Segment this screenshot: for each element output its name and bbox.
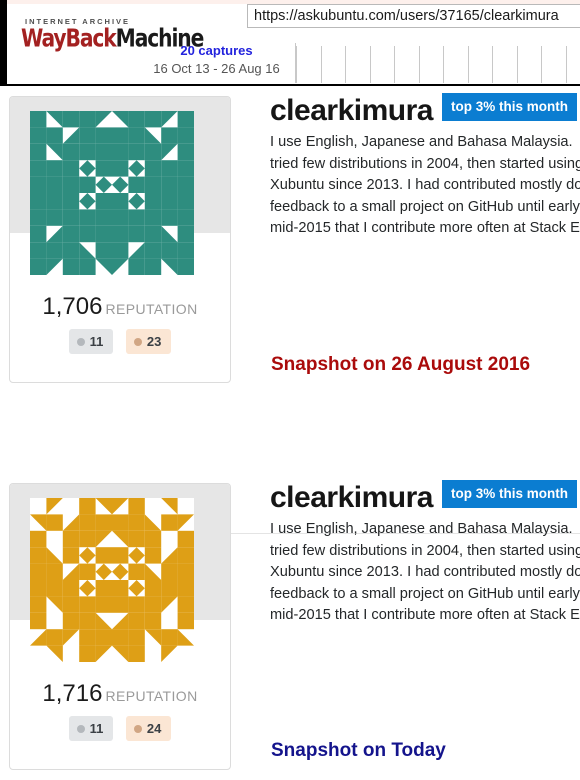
profile-card: 1,716 REPUTATION 11 24 bbox=[9, 483, 231, 770]
user-bio-text: I use English, Japanese and Bahasa Malay… bbox=[270, 134, 580, 236]
reputation-value: 1,716 bbox=[42, 680, 103, 707]
badge-row: 11 23 bbox=[10, 329, 230, 354]
user-avatar-identicon[interactable] bbox=[30, 498, 194, 662]
archived-url-field[interactable]: https://askubuntu.com/users/37165/cleark… bbox=[247, 4, 580, 28]
bronze-badge-count: 23 bbox=[146, 334, 162, 349]
username-row: clearkimura top 3% this month bbox=[270, 480, 577, 515]
snapshot-annotation-today: Snapshot on Today bbox=[271, 740, 446, 761]
page-root: INTERNET ARCHIVE WayBackMachine https://… bbox=[0, 0, 580, 780]
timeline-month-tick bbox=[345, 46, 346, 83]
capture-timeline[interactable] bbox=[296, 46, 580, 83]
wayback-toolbar: INTERNET ARCHIVE WayBackMachine https://… bbox=[0, 0, 580, 86]
timeline-month-tick bbox=[492, 46, 493, 83]
reputation-line: 1,716 REPUTATION bbox=[10, 680, 230, 708]
user-bio-text: I use English, Japanese and Bahasa Malay… bbox=[270, 521, 580, 623]
silver-badge[interactable]: 11 bbox=[68, 329, 114, 354]
timeline-month-tick bbox=[320, 46, 322, 83]
user-avatar-identicon[interactable] bbox=[30, 111, 194, 275]
top-percent-badge: top 3% this month bbox=[441, 480, 577, 508]
reputation-label: REPUTATION bbox=[105, 688, 198, 704]
reputation-label: REPUTATION bbox=[105, 301, 198, 317]
timeline-month-tick bbox=[516, 46, 518, 83]
profile-card: 1,706 REPUTATION 11 23 bbox=[9, 96, 231, 383]
bronze-badge[interactable]: 24 bbox=[125, 716, 172, 741]
reputation-value: 1,706 bbox=[42, 293, 103, 320]
wayback-logo-wordmark: WayBackMachine bbox=[21, 24, 204, 54]
timeline-month-tick bbox=[369, 46, 371, 83]
bronze-badge-count: 24 bbox=[146, 721, 162, 736]
silver-badge-count: 11 bbox=[89, 721, 104, 736]
bronze-badge-dot-icon bbox=[133, 724, 142, 733]
silver-badge-dot-icon bbox=[76, 724, 85, 733]
timeline-month-tick bbox=[443, 46, 444, 83]
wayback-machine-logo[interactable]: INTERNET ARCHIVE WayBackMachine bbox=[21, 17, 204, 54]
captures-date-range: 16 Oct 13 - 26 Aug 16 bbox=[153, 61, 280, 76]
username-row: clearkimura top 3% this month bbox=[270, 93, 577, 128]
silver-badge-count: 11 bbox=[89, 334, 104, 349]
page-title: clearkimura bbox=[270, 481, 433, 514]
logo-way-text: WayBack bbox=[21, 24, 117, 54]
reputation-line: 1,706 REPUTATION bbox=[10, 293, 230, 321]
bronze-badge[interactable]: 23 bbox=[125, 329, 172, 354]
timeline-month-tick bbox=[565, 46, 567, 83]
timeline-month-tick bbox=[541, 46, 542, 83]
timeline-month-tick bbox=[296, 46, 297, 83]
page-title: clearkimura bbox=[270, 94, 433, 127]
top-percent-badge: top 3% this month bbox=[441, 93, 577, 121]
bronze-badge-dot-icon bbox=[133, 337, 142, 346]
badge-row: 11 24 bbox=[10, 716, 230, 741]
snapshot-annotation-archived: Snapshot on 26 August 2016 bbox=[271, 354, 531, 375]
captures-summary: 20 captures 16 Oct 13 - 26 Aug 16 bbox=[138, 43, 295, 77]
timeline-month-tick bbox=[467, 46, 469, 83]
silver-badge[interactable]: 11 bbox=[68, 716, 114, 741]
timeline-month-tick bbox=[394, 46, 395, 83]
timeline-month-tick bbox=[418, 46, 420, 83]
silver-badge-dot-icon bbox=[76, 337, 85, 346]
captures-count[interactable]: 20 captures bbox=[138, 43, 295, 59]
